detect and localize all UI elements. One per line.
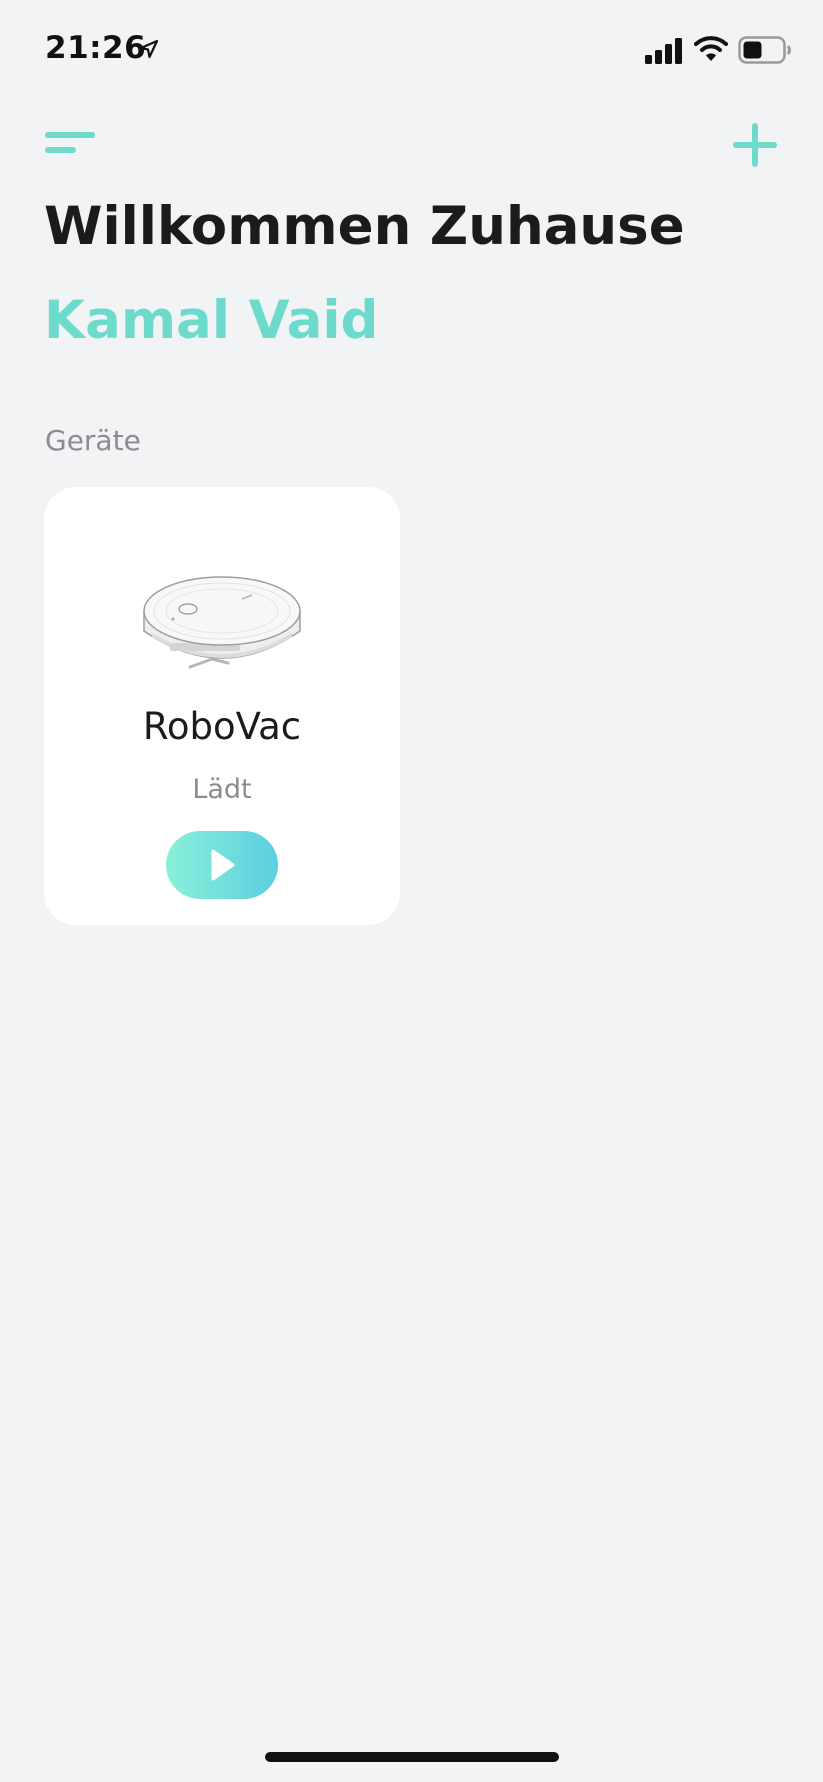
plus-icon (733, 123, 777, 167)
add-device-button[interactable] (730, 120, 780, 170)
battery-icon (738, 36, 792, 68)
play-icon (211, 849, 235, 881)
status-bar: 21:26 (0, 0, 823, 100)
start-cleaning-button[interactable] (166, 831, 278, 899)
device-card-robovac[interactable]: RoboVac Lädt (44, 487, 400, 925)
device-name: RoboVac (142, 705, 302, 748)
device-status: Lädt (192, 774, 252, 805)
status-time: 21:26 (45, 30, 147, 66)
menu-button[interactable] (45, 130, 97, 160)
user-name: Kamal Vaid (44, 290, 379, 351)
robot-vacuum-image (140, 567, 304, 681)
cellular-signal-icon (645, 38, 685, 68)
wifi-icon (694, 34, 728, 68)
location-arrow-icon (138, 38, 160, 64)
devices-section-label: Geräte (45, 424, 141, 457)
home-indicator[interactable] (265, 1752, 559, 1762)
hamburger-menu-icon (45, 132, 95, 153)
welcome-title: Willkommen Zuhause (44, 196, 685, 257)
